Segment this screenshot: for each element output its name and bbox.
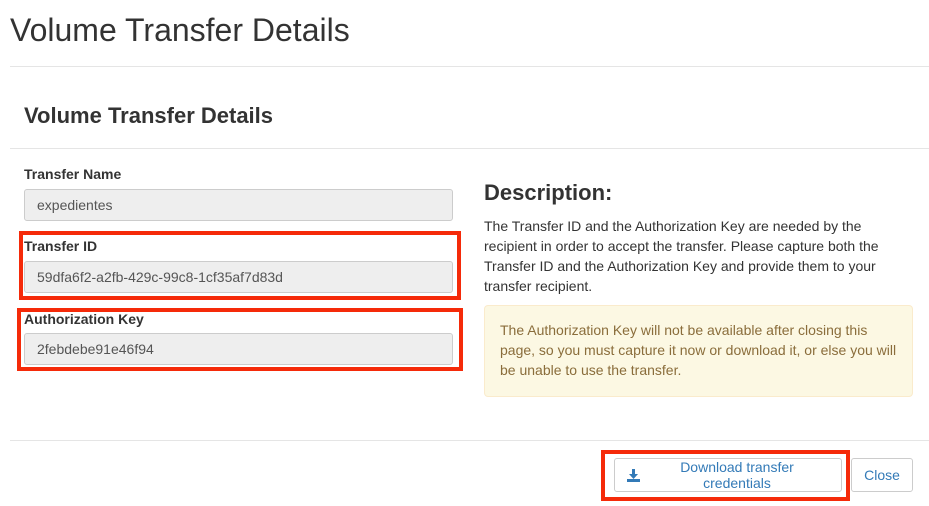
download-credentials-button[interactable]: Download transfer credentials xyxy=(614,458,842,492)
download-credentials-label: Download transfer credentials xyxy=(680,459,794,491)
authorization-key-label: Authorization Key xyxy=(24,311,144,327)
close-button[interactable]: Close xyxy=(851,458,913,492)
modal-title: Volume Transfer Details xyxy=(24,103,274,128)
warning-alert: The Authorization Key will not be availa… xyxy=(484,305,913,397)
description-heading: Description: xyxy=(484,180,613,205)
modal-header-divider xyxy=(10,148,929,149)
transfer-name-input[interactable] xyxy=(24,189,453,221)
modal-footer-divider xyxy=(10,440,929,441)
transfer-id-label: Transfer ID xyxy=(24,238,98,254)
download-icon xyxy=(627,468,640,482)
authorization-key-input[interactable] xyxy=(24,333,453,365)
page-title-divider xyxy=(10,66,929,67)
page-title: Volume Transfer Details xyxy=(10,12,350,48)
description-text: The Transfer ID and the Authorization Ke… xyxy=(484,218,879,294)
transfer-id-input[interactable] xyxy=(24,261,453,293)
transfer-name-label: Transfer Name xyxy=(24,166,122,182)
